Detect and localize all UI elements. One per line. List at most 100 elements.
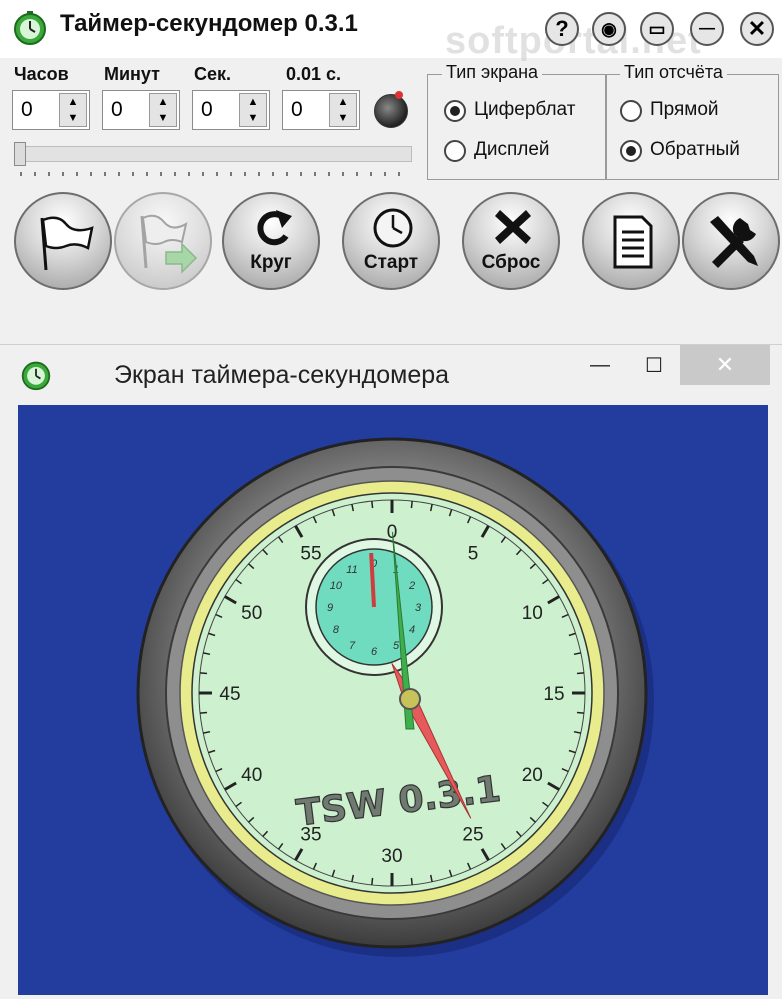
dial-number: 20	[522, 765, 543, 786]
dial-number: 30	[381, 846, 402, 867]
count-type-title: Тип отсчёта	[620, 62, 727, 83]
timer-display-area: 0510152025303540455055TSW 0.3.1012345678…	[18, 405, 768, 995]
reset-button-label[interactable]: Сброс	[464, 252, 558, 274]
up-arrow-icon[interactable]: ▲	[330, 94, 356, 110]
radio-display-circle[interactable]	[444, 140, 466, 162]
dial-number: 25	[462, 824, 483, 845]
subdial-number: 11	[346, 564, 357, 576]
app-title: Таймер-секундомер 0.3.1	[60, 10, 358, 37]
reset-button[interactable]: Сброс	[462, 192, 560, 290]
settings-button[interactable]	[682, 192, 780, 290]
screen-window-title: Экран таймера-секундомера	[114, 361, 450, 389]
minutes-label: Минут	[104, 64, 160, 84]
radio-dial-circle[interactable]	[444, 100, 466, 122]
hours-value[interactable]: 0	[21, 98, 33, 122]
radio-reverse-circle[interactable]	[620, 140, 642, 162]
refresh-icon	[257, 210, 292, 246]
start-button-label[interactable]: Старт	[344, 252, 438, 274]
dial-tick	[199, 672, 208, 675]
hundredths-value[interactable]: 0	[291, 98, 303, 122]
hundredths-stepper[interactable]: 0 ▲ ▼	[282, 90, 360, 130]
subdial-number: 9	[327, 602, 333, 614]
timer-screen-window: Экран таймера-секундомера — ☐ ✕ 0 5 10 15 20…	[0, 344, 782, 999]
subdial-hand	[369, 552, 376, 608]
timer-control-window: Таймер-секундомер 0.3.1 softportal.net ?…	[0, 0, 782, 340]
view-eye-button[interactable]: ◉	[592, 12, 626, 46]
dial-tick	[371, 500, 374, 509]
app-clock-icon	[14, 11, 46, 45]
radio-direct-label[interactable]: Прямой	[650, 99, 719, 121]
title-bar: Таймер-секундомер 0.3.1 softportal.net ?…	[0, 0, 782, 62]
seconds-arrows[interactable]: ▲ ▼	[239, 93, 267, 127]
down-arrow-icon[interactable]: ▼	[330, 110, 356, 126]
start-button[interactable]: Старт	[342, 192, 440, 290]
dial-number: 45	[219, 684, 240, 705]
minutes-arrows[interactable]: ▲ ▼	[149, 93, 177, 127]
screen-close-button[interactable]: ✕	[680, 345, 770, 385]
hours-arrows[interactable]: ▲ ▼	[59, 93, 87, 127]
log-button[interactable]	[582, 192, 680, 290]
finish-flag-button[interactable]	[14, 192, 112, 290]
flag-icon	[40, 216, 94, 271]
close-button[interactable]: ✕	[740, 12, 774, 46]
time-slider-thumb[interactable]	[14, 142, 26, 166]
subdial-number: 10	[330, 580, 343, 592]
clock-icon	[373, 208, 413, 248]
document-icon	[613, 215, 653, 269]
dial-tick	[576, 711, 585, 714]
time-slider-track[interactable]	[14, 146, 412, 162]
screen-clock-icon	[21, 361, 51, 391]
screen-title-bar: Экран таймера-секундомера — ☐ ✕	[0, 345, 782, 403]
radio-reverse-label[interactable]: Обратный	[650, 139, 740, 161]
radio-dial-label[interactable]: Циферблат	[474, 99, 575, 121]
subdial-number: 4	[409, 624, 415, 636]
screen-type-title: Тип экрана	[442, 62, 543, 83]
hours-label: Часов	[14, 64, 69, 84]
compact-mode-button[interactable]: ▭	[640, 12, 674, 46]
bomb-icon[interactable]	[374, 91, 408, 128]
tools-icon	[710, 216, 758, 268]
hundredths-label: 0.01 с.	[286, 64, 342, 84]
hand-pivot	[399, 688, 421, 710]
hundredths-arrows[interactable]: ▲ ▼	[329, 93, 357, 127]
lap-button-label[interactable]: Круг	[224, 252, 318, 274]
lap-button[interactable]: Круг	[222, 192, 320, 290]
help-button[interactable]: ?	[545, 12, 579, 46]
dial-tick	[410, 877, 413, 886]
dial-number: 5	[468, 544, 479, 565]
down-arrow-icon[interactable]: ▼	[240, 110, 266, 126]
dial-number: 40	[241, 765, 262, 786]
hours-stepper[interactable]: 0 ▲ ▼	[12, 90, 90, 130]
screen-minimize-button[interactable]: —	[580, 345, 620, 385]
minutes-value[interactable]: 0	[111, 98, 123, 122]
minutes-stepper[interactable]: 0 ▲ ▼	[102, 90, 180, 130]
subdial-number: 5	[393, 640, 400, 652]
dial-tick	[199, 711, 208, 714]
dial-tick	[371, 877, 374, 886]
subdial-number: 7	[349, 640, 356, 652]
dial-number: 55	[300, 544, 321, 565]
dial-number: 15	[543, 684, 564, 705]
cross-icon	[495, 210, 531, 244]
down-arrow-icon[interactable]: ▼	[150, 110, 176, 126]
subdial-number: 3	[415, 602, 422, 614]
stopwatch-dial: 0510152025303540455055TSW 0.3.1012345678…	[136, 437, 654, 957]
up-arrow-icon[interactable]: ▲	[60, 94, 86, 110]
dial-tick	[576, 672, 585, 675]
radio-display-label[interactable]: Дисплей	[474, 139, 550, 161]
screen-maximize-button[interactable]: ☐	[634, 345, 674, 385]
up-arrow-icon[interactable]: ▲	[240, 94, 266, 110]
up-arrow-icon[interactable]: ▲	[150, 94, 176, 110]
seconds-value[interactable]: 0	[201, 98, 213, 122]
seconds-stepper[interactable]: 0 ▲ ▼	[192, 90, 270, 130]
export-button[interactable]	[114, 192, 212, 290]
radio-direct-circle[interactable]	[620, 100, 642, 122]
dial-tick	[410, 500, 413, 509]
down-arrow-icon[interactable]: ▼	[60, 110, 86, 126]
dial-number: 50	[241, 603, 262, 624]
subdial-number: 6	[371, 646, 378, 658]
flag-arrow-icon	[140, 214, 198, 274]
slider-ticks	[20, 172, 410, 176]
minimize-button[interactable]: —	[690, 12, 724, 46]
screen-type-group: Тип экрана Циферблат Дисплей	[427, 62, 607, 180]
